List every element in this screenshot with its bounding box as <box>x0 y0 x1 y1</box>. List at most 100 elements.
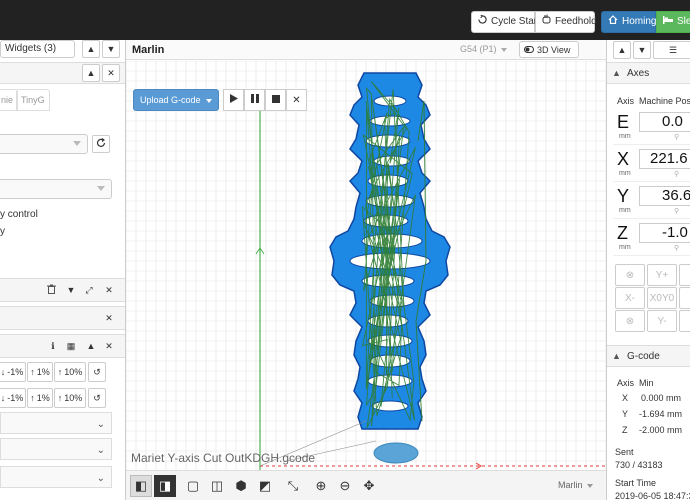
panel-collapse-button[interactable]: ▲ <box>82 64 100 82</box>
overrides-close-button[interactable]: ✕ <box>100 337 118 355</box>
top-view-button[interactable]: ◨ <box>154 475 176 497</box>
toolpath-canvas[interactable] <box>126 61 606 470</box>
zoom-in-button[interactable]: ⊕ <box>310 475 332 497</box>
axis-value[interactable]: -1.0 <box>639 223 690 243</box>
pause-button[interactable] <box>244 89 265 111</box>
feed-plus-1-button[interactable]: ↑ 1% <box>27 362 53 382</box>
fit-view-button[interactable]: ⤡ <box>282 475 304 497</box>
port-select[interactable] <box>0 134 88 154</box>
jog-yminus-button[interactable]: Y- <box>647 310 677 332</box>
tab-tinyg[interactable]: TinyG <box>16 89 50 111</box>
zoom-out-button[interactable]: ⊖ <box>334 475 356 497</box>
undo-icon: ↺ <box>93 366 101 377</box>
chevron-up-icon: ▲ <box>86 68 96 78</box>
cycle-start-label: Cycle Start <box>491 16 540 27</box>
grid-view-button[interactable]: ▦ <box>62 337 80 355</box>
jog-xplus-button[interactable]: ⊗ <box>679 287 690 309</box>
chevron-up-icon: ▲ <box>617 45 627 55</box>
axis-value[interactable]: 221.6 <box>639 149 690 169</box>
feed-plus-10-button[interactable]: ↑ 10% <box>54 362 86 382</box>
arrow-up-icon: ↑ <box>30 367 35 377</box>
location-icon[interactable]: ⚲ <box>674 207 679 215</box>
widget-menu-button[interactable]: ☰ <box>653 41 690 59</box>
close-icon: ✕ <box>292 94 301 106</box>
info-button[interactable]: ℹ <box>44 337 62 355</box>
view-mode-button[interactable]: 3D View <box>519 41 579 58</box>
jog-xminus-button[interactable]: X- <box>615 287 645 309</box>
close-icon: ✕ <box>105 312 113 323</box>
grid-icon: ▦ <box>66 340 76 351</box>
flow-control-label: y control <box>0 209 38 220</box>
expand-button[interactable]: ⤢ <box>80 281 98 299</box>
gcode-filename: Mariet Y-axis Cut OutKDGH.gcode <box>131 451 316 465</box>
front-view-button[interactable]: ▢ <box>182 475 204 497</box>
baudrate-select[interactable] <box>0 179 112 199</box>
location-icon[interactable]: ⚲ <box>674 170 679 178</box>
panel-close-button[interactable]: ✕ <box>102 64 120 82</box>
console-close-button[interactable]: ✕ <box>100 281 118 299</box>
sync-icon <box>478 12 487 32</box>
spindle-plus-10-button[interactable]: ↑ 10% <box>54 388 86 408</box>
pan-button[interactable]: ✥ <box>358 475 380 497</box>
jog-yplus-button[interactable]: Y+ <box>647 264 677 286</box>
left-view-button[interactable]: ◫ <box>206 475 228 497</box>
close-file-button[interactable]: ✕ <box>286 89 307 111</box>
zoom-in-icon: ⊕ <box>315 478 327 493</box>
perspective-view-button[interactable]: ◧ <box>130 475 152 497</box>
feed-reset-button[interactable]: ↺ <box>88 362 106 382</box>
gcode-panel-header[interactable]: ▲ G-code <box>607 345 690 367</box>
stop-button[interactable] <box>265 89 286 111</box>
jog-xminus-yminus-button[interactable]: ⊗ <box>615 310 645 332</box>
collapsed-widget-3[interactable]: ⌄ <box>0 466 112 488</box>
cube-top-icon: ◨ <box>158 478 172 493</box>
hand-icon <box>542 12 551 32</box>
jog-xplus-yplus-button[interactable]: ⊗ <box>679 264 690 286</box>
axis-value[interactable]: 36.6 <box>639 186 690 206</box>
spindle-plus-1-button[interactable]: ↑ 1% <box>27 388 53 408</box>
homing-button[interactable]: Homing <box>601 11 656 33</box>
feedhold-label: Feedhold <box>555 16 597 27</box>
axes-title: Axes <box>627 68 650 79</box>
chevron-up-icon: ▲ <box>86 44 96 54</box>
spindle-reset-button[interactable]: ↺ <box>88 388 106 408</box>
run-button[interactable] <box>223 89 244 111</box>
location-icon[interactable]: ⚲ <box>674 133 679 141</box>
location-icon[interactable]: ⚲ <box>674 244 679 252</box>
widget-down-button[interactable]: ▼ <box>633 41 651 59</box>
axes-col-axis: Axis <box>617 96 635 106</box>
widgets-up-button[interactable]: ▲ <box>82 40 100 58</box>
iso-view-button[interactable]: ◩ <box>254 475 276 497</box>
controller-dropdown[interactable]: Marlin <box>558 480 593 490</box>
feedhold-button[interactable]: Feedhold <box>535 11 597 33</box>
cycle-start-button[interactable]: Cycle Start <box>471 11 540 33</box>
feed-minus-1-button[interactable]: ↓ -1% <box>0 362 26 382</box>
widgets-down-button[interactable]: ▼ <box>102 40 120 58</box>
macro-close-button[interactable]: ✕ <box>100 309 118 327</box>
3d-viewport[interactable]: Upload G-code ✕ Mariet Y-axis Cut OutKDG… <box>126 61 606 470</box>
top-navbar: Cycle Start Feedhold Homing Slee <box>0 0 690 40</box>
jog-xy0-button[interactable]: X0Y0 <box>647 287 677 309</box>
clamp-ellipse <box>373 442 419 464</box>
homing-label: Homing <box>622 16 657 27</box>
sleep-button[interactable]: Slee <box>656 11 690 33</box>
caret-down-icon <box>73 141 81 146</box>
play-icon <box>229 94 238 106</box>
widgets-dropdown[interactable]: Widgets (3) <box>0 40 75 58</box>
axis-value[interactable]: 0.0 <box>639 112 690 132</box>
right-view-button[interactable]: ⬢ <box>230 475 252 497</box>
collapsed-widget-2[interactable]: ⌄ <box>0 438 112 460</box>
toggle-icon <box>524 45 534 55</box>
axes-panel-header[interactable]: ▲ Axes <box>607 62 690 84</box>
refresh-ports-button[interactable] <box>92 135 110 153</box>
wcs-dropdown[interactable]: G54 (P1) <box>460 44 507 54</box>
upload-gcode-button[interactable]: Upload G-code <box>133 89 219 111</box>
jog-xplus-yminus-button[interactable]: ⊗ <box>679 310 690 332</box>
trash-button[interactable] <box>42 281 60 299</box>
jog-xminus-yplus-button[interactable]: ⊗ <box>615 264 645 286</box>
spindle-minus-1-button[interactable]: ↓ -1% <box>0 388 26 408</box>
widget-up-button[interactable]: ▲ <box>613 41 631 59</box>
console-collapse-button[interactable]: ▼ <box>62 281 80 299</box>
visualizer-header: Marlin G54 (P1) 3D View <box>126 40 606 60</box>
collapsed-widget-1[interactable]: ⌄ <box>0 412 112 434</box>
overrides-collapse-button[interactable]: ▲ <box>82 337 100 355</box>
